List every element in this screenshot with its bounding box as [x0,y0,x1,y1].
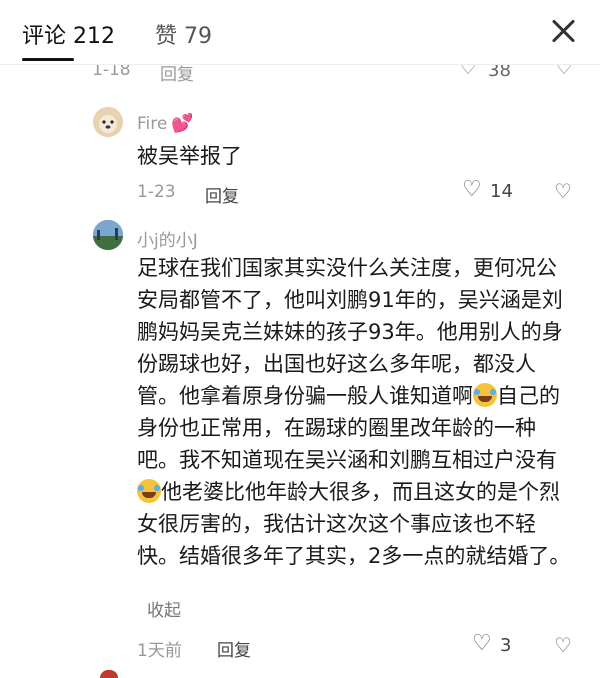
active-tab-indicator [22,58,74,61]
comment-username[interactable]: 小j的小J [137,226,198,251]
comment-date: 1-23 [137,182,176,202]
partial-comment-meta: 1-18 回复 ♡ 38 ♡ [0,64,600,88]
reply-button[interactable]: 回复 [217,636,251,661]
pink-hearts-icon: 💕 [171,113,194,134]
comment-text: 被吴举报了 [137,144,242,168]
like-count: 3 [500,635,512,656]
comment-text: 足球在我们国家其实没什么关注度，更何况公安局都管不了，他叫刘鹏91年的，吴兴涵是… [137,252,577,572]
close-icon[interactable] [548,16,578,46]
like-count: 14 [490,181,513,202]
laughing-tears-emoji-icon [137,479,161,503]
like-count: 38 [488,64,511,81]
avatar[interactable] [93,220,123,250]
username-text: Fire [137,114,168,134]
tab-comments[interactable]: 评论 212 [22,18,115,50]
avatar[interactable] [93,107,123,137]
dislike-icon[interactable]: ♡ [556,64,572,79]
reply-button[interactable]: 回复 [160,64,194,85]
next-avatar-partial [100,670,118,678]
comment-date: 1天前 [137,641,182,661]
heart-icon[interactable]: ♡ [472,631,492,656]
collapse-button[interactable]: 收起 [147,596,181,621]
laughing-tears-emoji-icon [473,383,497,407]
heart-icon[interactable]: ♡ [462,177,482,202]
broken-heart-icon[interactable]: ♡ [554,633,572,657]
landscape-avatar-icon [93,220,123,250]
dog-avatar-icon [93,107,123,137]
reply-button[interactable]: 回复 [205,182,239,207]
heart-icon[interactable]: ♡ [460,64,476,79]
comment-date: 1-18 [92,64,131,80]
broken-heart-icon[interactable]: ♡ [554,179,572,203]
tab-likes[interactable]: 赞 79 [155,18,212,50]
comment-username[interactable]: Fire 💕 [137,113,194,134]
comment-text-part: 他老婆比他年龄大很多，而且这女的是个烈女很厉害的，我估计这次这个事应该也不轻快。… [137,480,571,568]
comments-header: 评论 212 赞 79 [0,0,600,65]
